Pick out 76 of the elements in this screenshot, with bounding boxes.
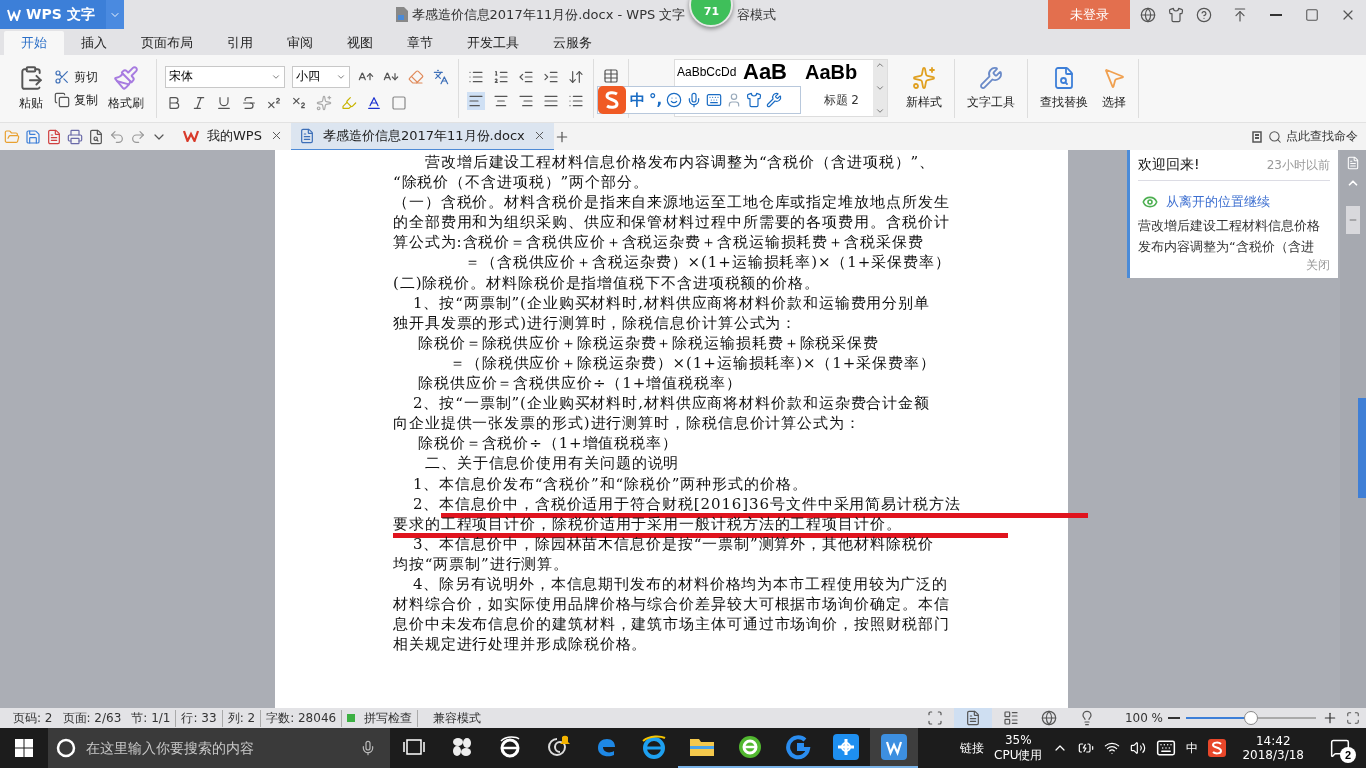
spell-check-button[interactable]: 拼写检查 bbox=[359, 709, 419, 727]
document-line: 2、按“一票制”(企业购买材料时,材料供应商将材料价款和运杂费合计金额 bbox=[413, 394, 930, 413]
document-line: 二、关于信息价使用有关问题的说明 bbox=[425, 454, 680, 473]
document-line: 除税价＝含税价÷（1+增值税税率） bbox=[418, 434, 678, 453]
document-line: 2、本信息价中，含税价适用于符合财税[2016]36号文件中采用简易计税方法 bbox=[413, 494, 961, 513]
status-item: 页面: 2/63 bbox=[61, 709, 123, 727]
ribbon-tab[interactable]: 页面布局 bbox=[124, 31, 210, 55]
document-line: 相关规定进行处理并形成除税价格。 bbox=[393, 635, 648, 654]
notice-text: 营改增后建设工程材料信息价格 bbox=[1138, 217, 1321, 235]
search-bar[interactable]: 在这里输入你要搜索的内容 bbox=[48, 728, 390, 768]
document-line: “除税价（不含进项税）”两个部分。 bbox=[393, 173, 649, 192]
cpu-label: CPU使用 bbox=[994, 746, 1043, 764]
document-line: 的全部费用和为组织采购、供应和保管材料过程中所需要的各项费用。含税价计 bbox=[393, 213, 950, 232]
notice-time: 23小时以前 bbox=[1266, 156, 1330, 174]
text-tools-button[interactable]: 文字工具 bbox=[963, 64, 1019, 113]
document-line: 除税价＝除税供应价＋除税运杂费＋除税运输损耗费＋除税采保费 bbox=[418, 333, 880, 352]
status-item: 节: 1/1 bbox=[126, 709, 177, 727]
status-item: 页码: 2 bbox=[12, 709, 54, 727]
document-line: （一）含税价。材料含税价是指来自来源地运至工地仓库或指定堆放地点所发生 bbox=[393, 193, 950, 212]
window-title: 孝感造价信息2017年11月份.docx - WPS 文字 bbox=[411, 5, 686, 24]
ribbon-tab[interactable]: 插入 bbox=[64, 31, 124, 55]
document-line: 1、本信息价发布“含税价”和“除税价”两种形式的价格。 bbox=[413, 474, 808, 493]
links-toolbar[interactable]: 链接 bbox=[960, 739, 985, 757]
compat-mode: 兼容模式 bbox=[432, 709, 483, 727]
search-field[interactable]: 在这里输入你要搜索的内容 bbox=[84, 739, 352, 757]
zoom-level: 100 % bbox=[1123, 711, 1164, 725]
document-line: 4、除另有说明外，本信息期刊发布的材料价格均为本市工程使用较为广泛的 bbox=[413, 574, 949, 593]
clock-date: 2018/3/18 bbox=[1242, 748, 1304, 762]
document-line: ＝（除税供应价＋除税运杂费）×(1+运输损耗率)×（1+采保费率） bbox=[450, 353, 936, 372]
ribbon-tab[interactable]: 开发工具 bbox=[450, 31, 536, 55]
status-item: 字数: 28046 bbox=[261, 709, 343, 727]
status-item: 列: 2 bbox=[222, 709, 262, 727]
clock-time: 14:42 bbox=[1255, 734, 1291, 748]
document-line: 营改增后建设工程材料信息价格发布内容调整为“含税价（含进项税）”、 bbox=[425, 153, 936, 171]
document-line: 3、本信息价中，除园林苗木信息价是按“一票制”测算外，其他材料除税价 bbox=[413, 534, 934, 553]
document-line: 息价中未发布信息价的建筑材料，建筑市场主体可通过市场询价，按照财税部门 bbox=[393, 615, 950, 634]
action-center-button[interactable]: 2 bbox=[1320, 728, 1360, 768]
notice-title: 欢迎回来! bbox=[1138, 156, 1200, 174]
select-button[interactable]: 选择 bbox=[1098, 64, 1130, 113]
document-line: 均按“两票制”进行测算。 bbox=[393, 554, 570, 573]
cpu-value: 35% bbox=[1004, 732, 1032, 747]
font-select[interactable]: 宋体 bbox=[165, 65, 285, 88]
style-name[interactable]: 标题 2 bbox=[823, 91, 859, 109]
notice-text: 发布内容调整为“含税价（含进 bbox=[1138, 238, 1315, 256]
language-toggle[interactable]: 中 bbox=[630, 90, 645, 110]
window-title: 容模式 bbox=[737, 5, 777, 24]
ribbon-tab[interactable]: 开始 bbox=[4, 31, 64, 55]
resume-link[interactable]: 从离开的位置继续 bbox=[1138, 181, 1330, 215]
document-line: 除税供应价＝含税供应价÷（1+增值税税率） bbox=[418, 374, 742, 393]
ribbon-tab[interactable]: 审阅 bbox=[270, 31, 330, 55]
document-line: 独开具发票的形式)进行测算时，除税信息价计算公式为： bbox=[393, 313, 798, 332]
status-item: 行: 33 bbox=[176, 709, 223, 727]
input-language[interactable]: 中 bbox=[1186, 739, 1199, 757]
ribbon-tab[interactable]: 云服务 bbox=[536, 31, 609, 55]
paste-button[interactable]: 粘贴 bbox=[14, 63, 48, 114]
font-size-select[interactable]: 小四 bbox=[292, 65, 350, 88]
ribbon-tab[interactable]: 视图 bbox=[330, 31, 390, 55]
document-line: ＝（含税供应价＋含税运杂费）×(1+运输损耗率)×（1+采保费率） bbox=[465, 253, 951, 272]
cut-button[interactable]: 剪切 bbox=[54, 68, 98, 86]
document-tab[interactable]: 孝感造价信息2017年11月份.docx bbox=[290, 122, 554, 151]
document-tab[interactable]: 我的WPS bbox=[175, 122, 291, 151]
command-search[interactable]: 点此查找命令 bbox=[1286, 128, 1358, 145]
document-line: 材料综合价，如实际使用品牌价格与综合价差异较大可根据市场询价确定。本信 bbox=[393, 595, 950, 614]
document-line: 要求的工程项目计价，除税价适用于采用一般计税方法的工程项目计价。 bbox=[393, 514, 902, 533]
new-style-button[interactable]: 新样式 bbox=[902, 64, 946, 113]
document-line: 算公式为:含税价＝含税供应价＋含税运杂费＋含税运输损耗费＋含税采保费 bbox=[393, 233, 924, 252]
document-line: (二)除税价。材料除税价是指增值税下不含进项税额的价格。 bbox=[393, 273, 820, 292]
ribbon-tab[interactable]: 引用 bbox=[210, 31, 270, 55]
find-replace-button[interactable]: 查找替换 bbox=[1036, 64, 1092, 113]
punctuation-toggle[interactable]: °, bbox=[649, 91, 663, 109]
document-line: 向企业提供一张发票的形式)进行测算时，除税信息价计算公式为： bbox=[393, 414, 861, 433]
format-painter-button[interactable]: 格式刷 bbox=[104, 63, 148, 114]
ribbon-tab[interactable]: 章节 bbox=[390, 31, 450, 55]
app-menu-button[interactable]: WPS 文字 bbox=[0, 0, 124, 29]
document-line: 1、按“两票制”(企业购买材料时,材料供应商将材料价款和运输费用分别单 bbox=[413, 293, 930, 312]
copy-button[interactable]: 复制 bbox=[54, 91, 98, 109]
